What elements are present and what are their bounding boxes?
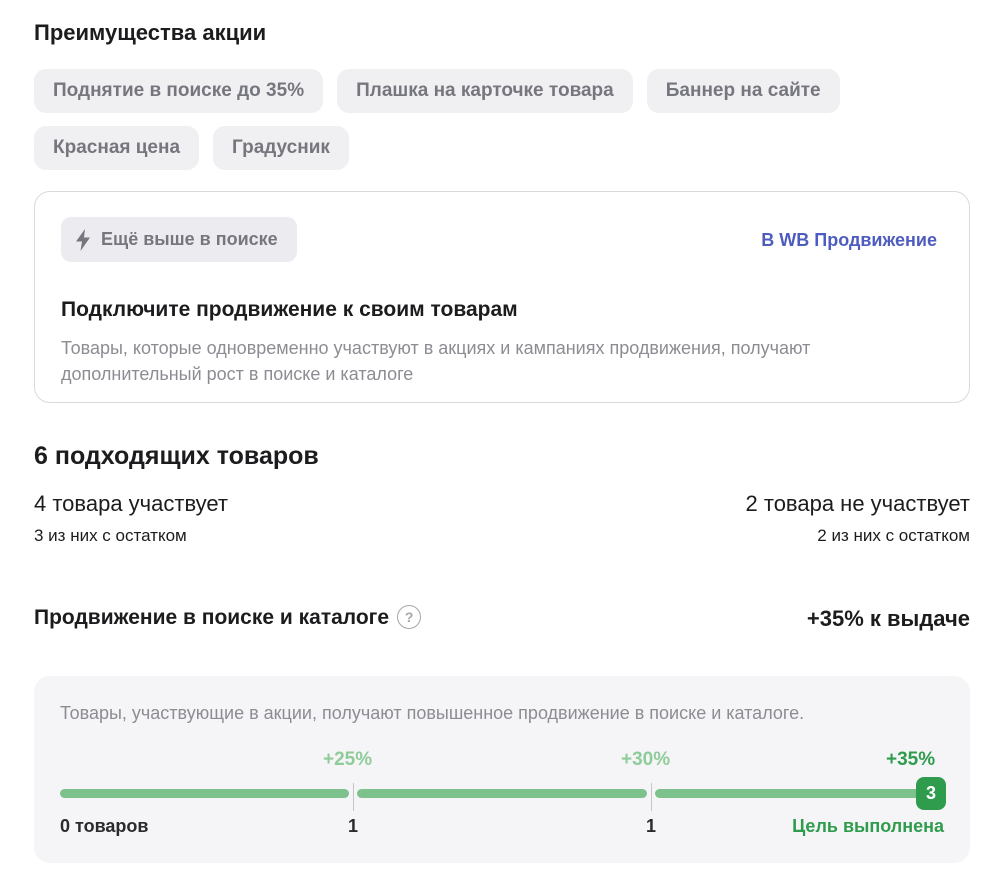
benefit-chip: Красная цена	[34, 126, 200, 170]
wb-promotion-link[interactable]: В WB Продвижение	[761, 230, 937, 251]
goal-status: Цель выполнена	[792, 816, 944, 836]
benefits-chips: Поднятие в поиске до 35% Плашка на карто…	[34, 69, 934, 170]
promo-tag: Ещё выше в поиске	[61, 217, 297, 262]
goal-count-badge: 3	[916, 777, 946, 810]
question-circle-icon[interactable]: ?	[397, 605, 422, 629]
step-percent-35: +35%	[886, 749, 936, 770]
progress-step-divider	[353, 783, 354, 811]
products-count-title: 6 подходящих товаров	[34, 442, 319, 470]
benefit-chip: Поднятие в поиске до 35%	[34, 69, 324, 113]
start-label: 0 товаров	[60, 816, 149, 836]
not-participating-count: 2 товара не участвует	[745, 491, 970, 516]
step-threshold-2: 1	[646, 816, 657, 836]
boost-value: +35% к выдаче	[806, 606, 970, 631]
boost-title-label: Продвижение в поиске и каталоге	[34, 606, 390, 629]
promotion-card: Ещё выше в поиске В WB Продвижение Подкл…	[34, 191, 970, 403]
boost-progress-card: Товары, участвующие в акции, получают по…	[34, 676, 970, 863]
benefits-title: Преимущества акции	[34, 20, 267, 45]
progress-step-divider	[651, 783, 652, 811]
step-percent-25: +25%	[323, 749, 373, 770]
progress-segment-1	[60, 789, 349, 798]
promo-description: Товары, которые одновременно участвуют в…	[61, 338, 811, 384]
not-participating-stock-note: 2 из них с остатком	[817, 526, 970, 545]
progress-segment-3	[655, 789, 925, 798]
promo-tag-label: Ещё выше в поиске	[101, 229, 278, 249]
promo-title: Подключите продвижение к своим товарам	[61, 298, 518, 321]
participating-stock-note: 3 из них с остатком	[34, 526, 187, 545]
step-percent-30: +30%	[621, 749, 671, 770]
benefit-chip: Баннер на сайте	[646, 69, 840, 113]
progress-segment-2	[357, 789, 647, 798]
benefit-chip: Плашка на карточке товара	[337, 69, 633, 113]
step-threshold-1: 1	[348, 816, 359, 836]
benefit-chip: Градусник	[213, 126, 349, 170]
participating-count: 4 товара участвует	[34, 491, 228, 516]
lightning-icon	[76, 228, 90, 251]
boost-title: Продвижение в поиске и каталоге ?	[34, 605, 422, 630]
boost-description: Товары, участвующие в акции, получают по…	[60, 703, 805, 723]
